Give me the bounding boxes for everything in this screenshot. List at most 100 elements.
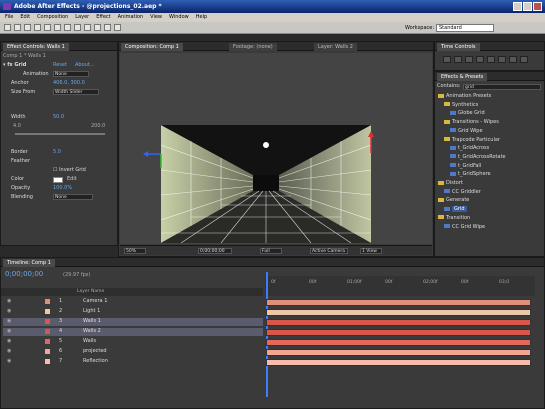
- effect-name[interactable]: ▾ fx Grid: [3, 62, 26, 70]
- layer-label-color[interactable]: [45, 329, 50, 334]
- layer-row[interactable]: ◉ 3 Walls 1: [3, 318, 263, 326]
- animation-dropdown[interactable]: None: [53, 71, 89, 77]
- layer-row[interactable]: ◉ 2 Light 1: [3, 308, 263, 316]
- layer-label-color[interactable]: [45, 339, 50, 344]
- tab-time-controls[interactable]: Time Controls: [437, 43, 480, 51]
- effects-tree-item[interactable]: Grid: [444, 206, 467, 214]
- layer-duration-bar[interactable]: [266, 348, 531, 356]
- layer-row[interactable]: ◉ 7 Reflection: [3, 358, 263, 366]
- layer-row[interactable]: ◉ 6 projected: [3, 348, 263, 356]
- timeline-timecode[interactable]: 0;00;00;00: [5, 270, 43, 278]
- param-blending-dropdown[interactable]: None: [53, 194, 93, 200]
- layer-label-color[interactable]: [45, 309, 50, 314]
- effects-tree-item[interactable]: Grid Wipe: [450, 128, 483, 136]
- pen-tool-icon[interactable]: [74, 24, 81, 31]
- param-invert-grid[interactable]: ☐ Invert Grid: [53, 167, 86, 175]
- layer-name[interactable]: projected: [83, 348, 107, 354]
- tab-composition[interactable]: Composition: Comp 1: [121, 43, 183, 51]
- layer-name[interactable]: Camera 1: [83, 298, 107, 304]
- effects-tree-item[interactable]: Transition: [438, 215, 470, 223]
- color-swatch[interactable]: [53, 177, 63, 183]
- prev-frame-button[interactable]: [454, 56, 462, 63]
- eraser-tool-icon[interactable]: [114, 24, 121, 31]
- layer-label-color[interactable]: [45, 349, 50, 354]
- hand-tool-icon[interactable]: [14, 24, 21, 31]
- menu-edit[interactable]: Edit: [20, 14, 30, 22]
- next-frame-button[interactable]: [476, 56, 484, 63]
- visibility-eye-icon[interactable]: ◉: [7, 348, 11, 354]
- color-edit[interactable]: Edit: [67, 176, 77, 184]
- layer-name[interactable]: Walls: [83, 338, 96, 344]
- tab-effects-presets[interactable]: Effects & Presets: [437, 73, 488, 81]
- brush-tool-icon[interactable]: [94, 24, 101, 31]
- effects-tree-item[interactable]: CC Grid Wipe: [444, 224, 485, 232]
- tab-effect-controls[interactable]: Effect Controls: Walls 1: [3, 43, 69, 51]
- layer-duration-bar[interactable]: [266, 298, 531, 306]
- effects-tree-item[interactable]: Distort: [438, 180, 463, 188]
- mask-tool-icon[interactable]: [64, 24, 71, 31]
- visibility-eye-icon[interactable]: ◉: [7, 328, 11, 334]
- param-border-value[interactable]: 5.0: [53, 149, 61, 157]
- menu-window[interactable]: Window: [169, 14, 189, 22]
- layer-duration-bar[interactable]: [266, 308, 531, 316]
- zoom-tool-icon[interactable]: [24, 24, 31, 31]
- layer-axis-gizmo-right[interactable]: [366, 131, 376, 153]
- width-slider-track[interactable]: [15, 133, 105, 135]
- visibility-eye-icon[interactable]: ◉: [7, 338, 11, 344]
- minimize-button[interactable]: [513, 2, 522, 11]
- menu-file[interactable]: File: [5, 14, 13, 22]
- selection-tool-icon[interactable]: [4, 24, 11, 31]
- current-time-display[interactable]: 0;00;00;00: [198, 248, 232, 254]
- visibility-eye-icon[interactable]: ◉: [7, 318, 11, 324]
- maximize-button[interactable]: [523, 2, 532, 11]
- rotate-tool-icon[interactable]: [34, 24, 41, 31]
- layer-label-color[interactable]: [45, 299, 50, 304]
- menu-effect[interactable]: Effect: [96, 14, 110, 22]
- effects-tree-item[interactable]: t_GridSphere: [450, 171, 491, 179]
- menu-layer[interactable]: Layer: [75, 14, 89, 22]
- layer-row[interactable]: ◉ 5 Walls: [3, 338, 263, 346]
- effects-tree-item[interactable]: t_GridFall: [450, 163, 481, 171]
- effects-tree-item[interactable]: Globe Grid: [450, 110, 485, 118]
- effects-tree-item[interactable]: Animation Presets: [438, 93, 491, 101]
- menu-animation[interactable]: Animation: [118, 14, 144, 22]
- views-dropdown[interactable]: 1 View: [360, 248, 382, 254]
- resolution-dropdown[interactable]: Full: [260, 248, 282, 254]
- tab-footage[interactable]: Footage: (none): [229, 43, 277, 51]
- text-tool-icon[interactable]: [84, 24, 91, 31]
- menu-view[interactable]: View: [150, 14, 162, 22]
- layer-duration-bar[interactable]: [266, 328, 531, 336]
- layer-duration-bar[interactable]: [266, 358, 531, 366]
- orbit-camera-tool-icon[interactable]: [44, 24, 51, 31]
- ram-preview-button[interactable]: [520, 56, 528, 63]
- layer-duration-bar[interactable]: [266, 318, 531, 326]
- workspace-dropdown[interactable]: Standard: [436, 24, 494, 32]
- tab-timeline[interactable]: Timeline: Comp 1: [3, 259, 55, 267]
- effects-search-input[interactable]: grid: [463, 84, 541, 90]
- close-button[interactable]: [533, 2, 542, 11]
- visibility-eye-icon[interactable]: ◉: [7, 298, 11, 304]
- visibility-eye-icon[interactable]: ◉: [7, 308, 11, 314]
- layer-name[interactable]: Reflection: [83, 358, 108, 364]
- effects-tree-item[interactable]: t_GridAcross: [450, 145, 489, 153]
- first-frame-button[interactable]: [443, 56, 451, 63]
- last-frame-button[interactable]: [487, 56, 495, 63]
- effects-tree-item[interactable]: Trapcode Particular: [444, 137, 500, 145]
- zoom-dropdown[interactable]: 50%: [124, 248, 146, 254]
- effects-tree-item[interactable]: t_GridAcrossRotate: [450, 154, 506, 162]
- layer-duration-bar[interactable]: [266, 338, 531, 346]
- layer-row[interactable]: ◉ 1 Camera 1: [3, 298, 263, 306]
- layer-name[interactable]: Light 1: [83, 308, 100, 314]
- layer-row[interactable]: ◉ 4 Walls 2: [3, 328, 263, 336]
- about-link[interactable]: About...: [75, 62, 95, 70]
- effects-tree-item[interactable]: Synthetics: [444, 102, 478, 110]
- param-width-value[interactable]: 50.0: [53, 114, 64, 122]
- pan-behind-tool-icon[interactable]: [54, 24, 61, 31]
- effects-tree-item[interactable]: CC Griddler: [444, 189, 481, 197]
- layer-axis-gizmo-left[interactable]: [143, 140, 165, 170]
- audio-button[interactable]: [498, 56, 506, 63]
- layer-name[interactable]: Walls 2: [83, 328, 101, 334]
- reset-link[interactable]: Reset: [53, 62, 67, 70]
- param-size-from-dropdown[interactable]: Width Slider: [53, 89, 99, 95]
- clone-stamp-tool-icon[interactable]: [104, 24, 111, 31]
